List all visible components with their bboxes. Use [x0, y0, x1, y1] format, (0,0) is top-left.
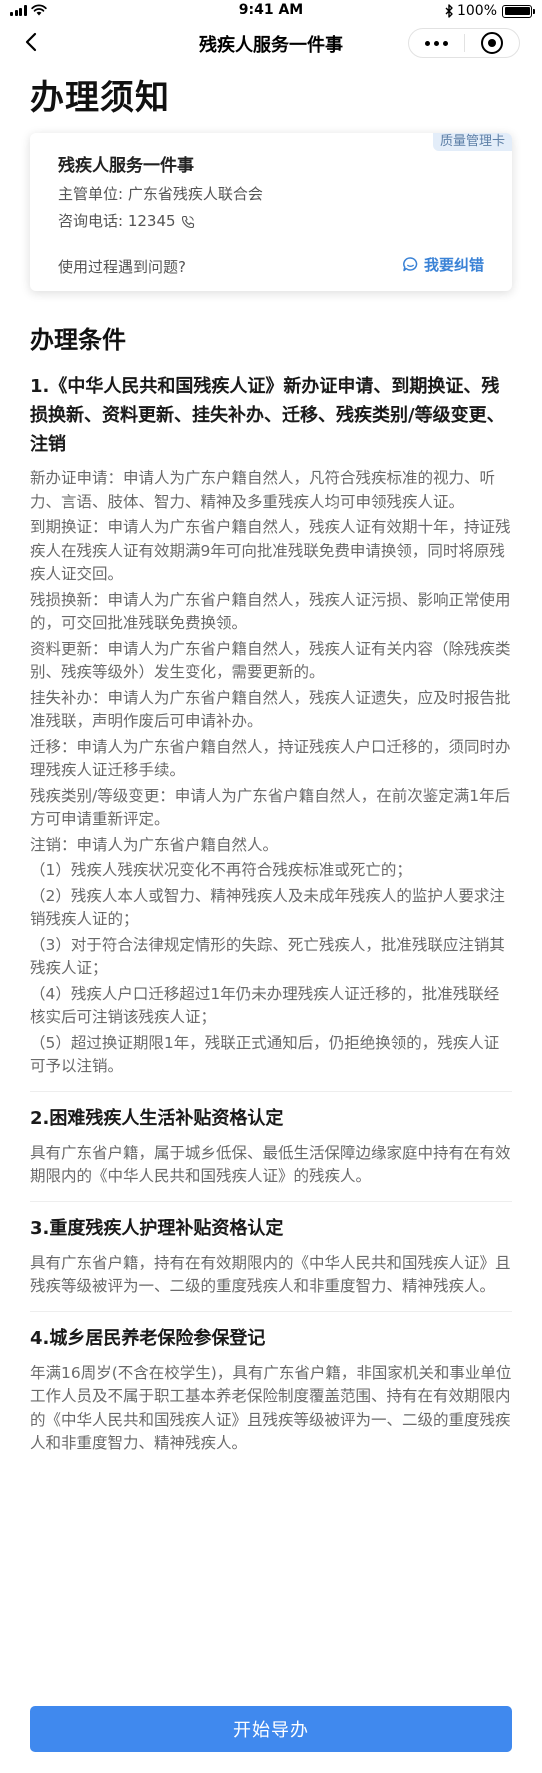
report-error-button[interactable]: 我要纠错 — [402, 254, 484, 275]
condition-paragraph: （5）超过换证期限1年，残联正式通知后，仍拒绝换领的，残疾人证可予以注销。 — [30, 1033, 500, 1076]
section-divider — [30, 1310, 512, 1312]
help-prompt: 使用过程遇到问题? — [58, 258, 186, 276]
department-text: 主管单位: 广东省残疾人联合会 — [58, 185, 263, 203]
condition-paragraph: 到期换证：申请人为广东省户籍自然人，残疾人证有效期十年，持证残疾人在残疾人证有效… — [30, 518, 511, 583]
condition-heading: 4.城乡居民养老保险参保登记 — [30, 1327, 266, 1349]
close-miniprogram-button[interactable] — [465, 29, 520, 57]
page-title: 办理须知 — [30, 78, 170, 118]
condition-heading: 1.《中华人民共和国残疾人证》新办证申请、到期换证、残损换新、资料更新、挂失补办… — [30, 376, 505, 455]
condition-heading: 2.困难残疾人生活补贴资格认定 — [30, 1107, 284, 1129]
condition-paragraph: 挂失补办：申请人为广东省户籍自然人，残疾人证遗失，应及时报告批准残联，声明作废后… — [30, 688, 511, 731]
more-button[interactable] — [409, 29, 464, 57]
condition-paragraph: （3）对于符合法律规定情形的失踪、死亡残疾人，批准残联应注销其残疾人证； — [30, 935, 505, 978]
condition-paragraph: 残疾类别/等级变更：申请人为广东省户籍自然人，在前次鉴定满1年后方可申请重新评定… — [30, 786, 511, 829]
quality-badge: 质量管理卡 — [432, 133, 512, 151]
condition-body: 年满16周岁(不含在校学生)，具有广东省户籍，非国家机关和事业单位工作人员及不属… — [30, 1363, 512, 1453]
condition-body: 具有广东省户籍，属于城乡低保、最低生活保障边缘家庭中持有在有效期限内的《中华人民… — [30, 1143, 511, 1186]
start-guidance-button[interactable]: 开始导办 — [30, 1706, 512, 1752]
phone-text: 咨询电话: 12345 — [58, 212, 176, 230]
condition-paragraph: 注销：申请人为广东省户籍自然人。 — [30, 835, 279, 854]
status-bar: 9:41 AM 100% — [0, 0, 542, 22]
status-right: 100% — [444, 3, 535, 19]
condition-body: 具有广东省户籍，持有在有效期限内的《中华人民共和国残疾人证》且残疾等级被评为一、… — [30, 1253, 511, 1296]
condition-heading: 3.重度残疾人护理补贴资格认定 — [30, 1217, 284, 1239]
chat-bubble-icon — [403, 257, 418, 272]
service-info-card: 质量管理卡 残疾人服务一件事 主管单位: 广东省残疾人联合会 咨询电话: 123… — [30, 133, 512, 291]
condition-paragraph: （1）残疾人残疾状况变化不再符合残疾标准或死亡的； — [30, 861, 412, 879]
section-divider — [30, 1200, 512, 1202]
battery-icon — [502, 4, 535, 18]
nav-bar: 残疾人服务一件事 — [0, 22, 542, 62]
condition-paragraph: （2）残疾人本人或智力、精神残疾人及未成年残疾人的监护人要求注销残疾人证的； — [30, 886, 505, 929]
phone-icon — [181, 215, 194, 228]
condition-paragraph: （4）残疾人户口迁移超过1年仍未办理残疾人证迁移的，批准残联经核实后可注销该残疾… — [30, 984, 500, 1027]
service-name: 残疾人服务一件事 — [58, 156, 194, 176]
miniprogram-capsule — [408, 28, 520, 58]
battery-percent: 100% — [456, 3, 497, 19]
more-dots-icon — [424, 40, 448, 46]
conditions-content: 1.《中华人民共和国残疾人证》新办证申请、到期换证、残损换新、资料更新、挂失补办… — [30, 372, 512, 1456]
bluetooth-icon — [445, 4, 453, 18]
report-error-label: 我要纠错 — [423, 256, 484, 274]
condition-paragraph: 残损换新：申请人为广东省户籍自然人，残疾人证污损、影响正常使用的，可交回批准残联… — [30, 590, 511, 633]
target-close-icon — [480, 32, 503, 54]
condition-paragraph: 资料更新：申请人为广东省户籍自然人，残疾人证有关内容（除残疾类别、残疾等级外）发… — [30, 639, 511, 682]
phone-line[interactable]: 咨询电话: 12345 — [58, 210, 195, 231]
condition-paragraph: 迁移：申请人为广东省户籍自然人，持证残疾人户口迁移的，须同时办理残疾人证迁移手续… — [30, 737, 511, 780]
section-divider — [30, 1090, 512, 1092]
condition-paragraph: 新办证申请：申请人为广东户籍自然人，凡符合残疾标准的视力、听力、言语、肢体、智力… — [30, 469, 496, 511]
section-title: 办理条件 — [30, 326, 126, 354]
